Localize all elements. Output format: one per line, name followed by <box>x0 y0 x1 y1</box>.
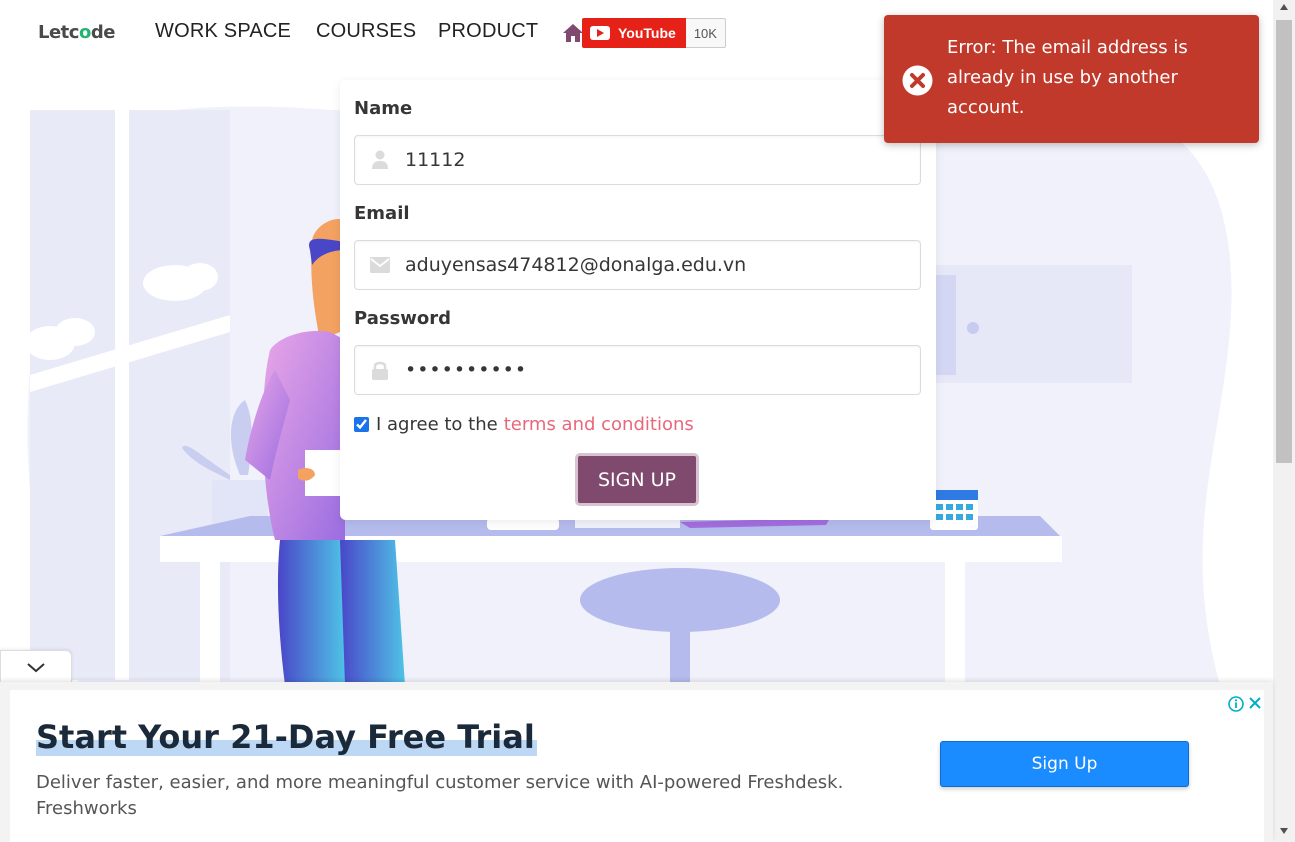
youtube-play-icon <box>590 26 610 40</box>
email-input[interactable] <box>405 254 905 276</box>
youtube-subscribe[interactable]: YouTube 10K <box>582 18 726 48</box>
signup-card: Name Email Password I agree to the terms… <box>340 80 936 520</box>
ad-banner: Start Your 21-Day Free Trial Deliver fas… <box>0 682 1273 842</box>
nav-link-product[interactable]: PRODUCT <box>438 20 538 43</box>
ad-signup-button[interactable]: Sign Up <box>940 741 1189 787</box>
password-label: Password <box>354 308 452 329</box>
error-message: Error: The email address is already in u… <box>947 37 1188 118</box>
name-label: Name <box>354 98 413 119</box>
error-toast[interactable]: Error: The email address is already in u… <box>884 15 1259 143</box>
ad-close-icon[interactable] <box>1248 696 1262 710</box>
youtube-button[interactable]: YouTube <box>582 18 686 48</box>
ad-brand: Freshworks <box>36 798 137 819</box>
password-field-wrapper <box>354 345 921 395</box>
home-icon[interactable] <box>562 22 584 44</box>
scroll-up-arrow-icon[interactable] <box>1280 4 1288 10</box>
ad-description: Deliver faster, easier, and more meaning… <box>36 772 844 793</box>
name-field-wrapper <box>354 135 921 185</box>
terms-link[interactable]: terms and conditions <box>504 414 694 435</box>
ad-content[interactable]: Start Your 21-Day Free Trial Deliver fas… <box>10 690 1264 842</box>
password-input[interactable] <box>405 359 905 381</box>
email-label: Email <box>354 203 410 224</box>
email-field-wrapper <box>354 240 921 290</box>
youtube-subscriber-count: 10K <box>685 18 726 48</box>
terms-checkbox[interactable] <box>354 417 369 432</box>
ad-collapse-toggle[interactable] <box>0 650 72 684</box>
chevron-down-icon <box>27 662 45 672</box>
scroll-down-arrow-icon[interactable] <box>1280 828 1288 834</box>
scroll-thumb[interactable] <box>1276 20 1292 463</box>
youtube-label: YouTube <box>618 25 676 41</box>
ad-title[interactable]: Start Your 21-Day Free Trial <box>36 718 537 756</box>
nav-link-workspace[interactable]: WORK SPACE <box>155 20 291 43</box>
agree-text: I agree to the <box>376 414 498 435</box>
name-input[interactable] <box>405 149 905 171</box>
nav-link-courses[interactable]: COURSES <box>316 20 416 43</box>
lock-icon <box>355 346 405 394</box>
page-scrollbar[interactable] <box>1273 0 1295 842</box>
error-x-circle-icon <box>902 65 933 96</box>
logo[interactable]: Letcode <box>38 22 115 43</box>
page: Letcode WORK SPACE COURSES PRODUCT YouTu… <box>0 0 1295 842</box>
user-icon <box>355 136 405 184</box>
envelope-icon <box>355 241 405 289</box>
terms-agreement: I agree to the terms and conditions <box>354 414 694 435</box>
signup-button[interactable]: SIGN UP <box>575 453 699 506</box>
ad-info-icon[interactable] <box>1228 696 1244 712</box>
